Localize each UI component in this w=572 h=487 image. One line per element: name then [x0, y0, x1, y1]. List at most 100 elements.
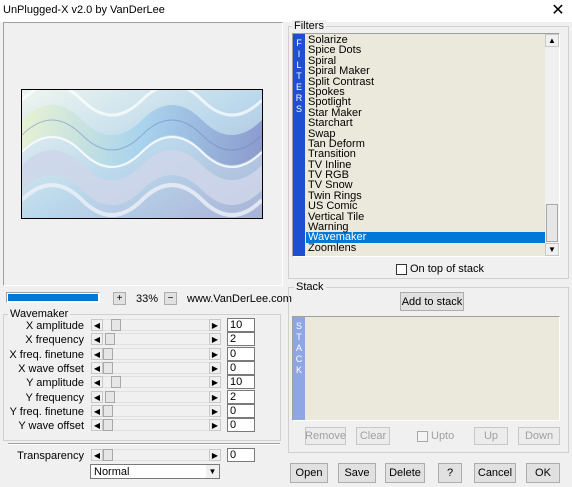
transparency-thumb[interactable]	[103, 449, 113, 461]
param-value[interactable]: 10	[227, 375, 255, 389]
param-track[interactable]	[103, 348, 209, 360]
param-track[interactable]	[103, 391, 209, 403]
add-to-stack-button[interactable]: Add to stack	[400, 292, 464, 311]
param-thumb[interactable]	[103, 419, 113, 431]
param-thumb[interactable]	[103, 362, 113, 374]
strip-letter: I	[297, 49, 301, 59]
remove-button[interactable]: Remove	[305, 427, 346, 445]
param-track[interactable]	[103, 405, 209, 417]
filter-item[interactable]: Starchart	[306, 117, 545, 128]
left-arrow-icon[interactable]: ◀	[91, 419, 103, 431]
left-arrow-icon[interactable]: ◀	[91, 348, 103, 360]
divider	[8, 443, 280, 445]
strip-letter: T	[296, 71, 302, 81]
on-top-checkbox[interactable]	[396, 264, 407, 275]
zoom-out-button[interactable]: −	[164, 292, 177, 305]
upto-label[interactable]: Upto	[431, 430, 454, 442]
strip-letter: A	[295, 343, 302, 353]
param-track[interactable]	[103, 362, 209, 374]
left-arrow-icon[interactable]: ◀	[91, 333, 103, 345]
right-arrow-icon[interactable]: ▶	[209, 362, 221, 374]
strip-letter: S	[295, 104, 302, 114]
param-thumb[interactable]	[105, 333, 115, 345]
up-button[interactable]: Up	[474, 427, 508, 445]
scroll-down-icon[interactable]: ▼	[545, 243, 559, 256]
left-arrow-icon[interactable]: ◀	[91, 405, 103, 417]
param-thumb[interactable]	[105, 391, 115, 403]
strip-letter: L	[296, 60, 302, 70]
right-arrow-icon[interactable]: ▶	[209, 405, 221, 417]
filter-list[interactable]: Solarize Spice Dots Spiral Spiral Maker Spli…	[306, 34, 545, 255]
transparency-value[interactable]: 0	[227, 448, 255, 462]
right-arrow-icon[interactable]: ▶	[209, 376, 221, 388]
delete-button[interactable]: Delete	[385, 463, 425, 483]
stack-listbox[interactable]	[292, 316, 560, 421]
cancel-button[interactable]: Cancel	[474, 463, 516, 483]
param-value[interactable]: 0	[227, 347, 255, 361]
param-thumb[interactable]	[103, 405, 113, 417]
filter-item[interactable]: Spiral Maker	[306, 65, 545, 76]
scroll-up-icon[interactable]: ▲	[545, 34, 559, 47]
on-top-label[interactable]: On top of stack	[410, 263, 484, 275]
param-label: X amplitude	[25, 320, 84, 332]
progress-bar	[6, 292, 100, 303]
chevron-down-icon: ▼	[206, 465, 219, 478]
filter-item[interactable]: Zoomlens	[306, 242, 545, 253]
close-icon[interactable]: ✕	[548, 1, 568, 21]
wavemaker-group-label: Wavemaker	[8, 308, 71, 320]
right-arrow-icon[interactable]: ▶	[209, 333, 221, 345]
clear-button[interactable]: Clear	[356, 427, 390, 445]
blend-mode-select[interactable]: Normal ▼	[90, 464, 220, 479]
strip-letter: K	[295, 365, 302, 375]
transparency-label: Transparency	[17, 450, 84, 462]
strip-letter: F	[296, 38, 302, 48]
param-value[interactable]: 0	[227, 418, 255, 432]
window-title: UnPlugged-X v2.0 by VanDerLee	[3, 4, 165, 16]
param-label: X frequency	[25, 334, 84, 346]
left-arrow-icon[interactable]: ◀	[91, 319, 103, 331]
left-arrow-icon[interactable]: ◀	[91, 362, 103, 374]
progress-fill	[8, 294, 98, 301]
param-value[interactable]: 10	[227, 318, 255, 332]
blend-mode-value: Normal	[94, 466, 130, 478]
scroll-thumb[interactable]	[546, 204, 558, 242]
stack-group-label: Stack	[294, 281, 326, 293]
zoom-level: 33%	[135, 293, 159, 305]
open-button[interactable]: Open	[290, 463, 328, 483]
right-arrow-icon[interactable]: ▶	[209, 319, 221, 331]
down-button[interactable]: Down	[518, 427, 560, 445]
param-track[interactable]	[103, 333, 209, 345]
param-thumb[interactable]	[111, 319, 121, 331]
help-button[interactable]: ?	[438, 463, 462, 483]
param-label: Y frequency	[25, 392, 84, 404]
right-arrow-icon[interactable]: ▶	[209, 391, 221, 403]
strip-letter: E	[295, 82, 302, 92]
param-value[interactable]: 2	[227, 390, 255, 404]
strip-letter: T	[296, 332, 302, 342]
save-button[interactable]: Save	[338, 463, 376, 483]
ok-button[interactable]: OK	[526, 463, 560, 483]
param-label: X freq. finetune	[9, 349, 84, 361]
upto-checkbox[interactable]	[417, 431, 428, 442]
left-arrow-icon[interactable]: ◀	[91, 376, 103, 388]
left-arrow-icon[interactable]: ◀	[91, 391, 103, 403]
param-label: Y amplitude	[26, 377, 84, 389]
transparency-left-arrow-icon[interactable]: ◀	[91, 449, 103, 461]
param-track[interactable]	[103, 419, 209, 431]
transparency-track[interactable]	[103, 449, 209, 461]
param-thumb[interactable]	[103, 348, 113, 360]
param-value[interactable]: 0	[227, 361, 255, 375]
right-arrow-icon[interactable]: ▶	[209, 419, 221, 431]
filters-strip: FILTERS	[293, 34, 305, 256]
param-thumb[interactable]	[111, 376, 121, 388]
filter-item[interactable]: Spice Dots	[306, 45, 545, 56]
filters-group-label: Filters	[292, 20, 326, 32]
param-label: Y freq. finetune	[9, 406, 84, 418]
zoom-in-button[interactable]: +	[113, 292, 126, 305]
param-value[interactable]: 0	[227, 404, 255, 418]
param-value[interactable]: 2	[227, 332, 255, 346]
transparency-right-arrow-icon[interactable]: ▶	[209, 449, 221, 461]
right-arrow-icon[interactable]: ▶	[209, 348, 221, 360]
website-link[interactable]: www.VanDerLee.com	[187, 293, 292, 305]
preview-image[interactable]	[21, 89, 263, 219]
